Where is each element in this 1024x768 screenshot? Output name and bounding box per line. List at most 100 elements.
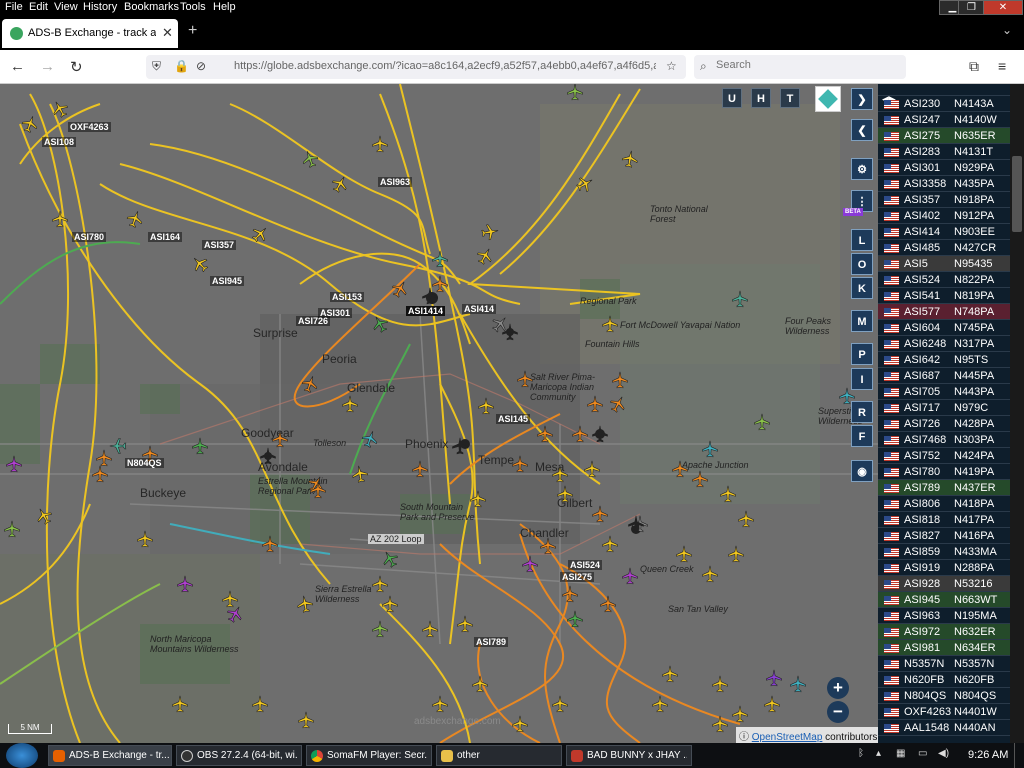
aircraft-icon[interactable] — [731, 705, 749, 723]
map-button-k[interactable]: K — [851, 277, 873, 299]
aircraft-icon[interactable] — [421, 620, 439, 638]
aircraft-icon[interactable] — [571, 425, 589, 443]
aircraft-list-row[interactable]: ASI3358 N435PA — [878, 176, 1010, 192]
aircraft-icon[interactable] — [91, 465, 109, 483]
menu-tools[interactable]: Tools — [180, 1, 206, 13]
aircraft-label[interactable]: ASI726 — [296, 316, 331, 326]
aircraft-list-row[interactable]: ASI283 N4131T — [878, 144, 1010, 160]
aircraft-icon[interactable] — [251, 695, 269, 713]
map-button-i[interactable]: I — [851, 368, 873, 390]
menu-help[interactable]: Help — [213, 1, 236, 13]
aircraft-label[interactable]: ASI780 — [72, 232, 107, 242]
search-box[interactable]: ⌕ — [694, 55, 906, 79]
url-text[interactable]: https://globe.adsbexchange.com/?icao=a8c… — [234, 60, 656, 72]
map-button-l[interactable]: L — [851, 229, 873, 251]
aircraft-icon[interactable] — [456, 615, 474, 633]
aircraft-icon[interactable] — [477, 397, 495, 415]
aircraft-icon[interactable] — [731, 290, 749, 308]
aircraft-list-row[interactable]: ASI230 N4143A — [878, 96, 1010, 112]
aircraft-list-row[interactable]: ASI818 N417PA — [878, 512, 1010, 528]
aircraft-icon[interactable] — [221, 590, 239, 608]
aircraft-icon[interactable] — [431, 695, 449, 713]
aircraft-list-row[interactable]: ASI6248 N317PA — [878, 336, 1010, 352]
aircraft-label[interactable]: ASI945 — [210, 276, 245, 286]
aircraft-list-row[interactable]: ASI789 N437ER — [878, 480, 1010, 496]
aircraft-icon[interactable] — [651, 695, 669, 713]
aircraft-icon[interactable] — [620, 149, 641, 170]
aircraft-label[interactable]: ASI153 — [330, 292, 365, 302]
aircraft-icon[interactable] — [480, 222, 501, 243]
aircraft-icon[interactable] — [627, 515, 645, 533]
aircraft-icon[interactable] — [611, 371, 629, 389]
bluetooth-icon[interactable]: ᛒ — [858, 748, 864, 759]
aircraft-icon[interactable] — [421, 287, 439, 305]
aircraft-icon[interactable] — [3, 520, 21, 538]
aircraft-list-row[interactable]: ASI919 N288PA — [878, 560, 1010, 576]
map-button-t[interactable]: T — [780, 88, 800, 108]
map-button-o[interactable]: O — [851, 253, 873, 275]
aircraft-list-row[interactable]: AAL1548 N440AN — [878, 720, 1010, 736]
aircraft-icon[interactable] — [599, 595, 617, 613]
aircraft-icon[interactable] — [536, 425, 554, 443]
bookmark-star-icon[interactable]: ☆ — [666, 59, 677, 73]
aircraft-label[interactable]: N804QS — [125, 458, 164, 468]
menu-edit[interactable]: Edit — [29, 1, 48, 13]
aircraft-icon[interactable] — [763, 695, 781, 713]
tab-close-icon[interactable]: ✕ — [162, 25, 173, 41]
show-hidden-icons[interactable]: ▴ — [876, 748, 881, 759]
aircraft-icon[interactable] — [511, 455, 529, 473]
map-button-h[interactable]: H — [751, 88, 771, 108]
aircraft-icon[interactable] — [551, 695, 569, 713]
map-button-m[interactable]: M — [851, 310, 873, 332]
aircraft-list-row[interactable]: ASI963 N195MA — [878, 608, 1010, 624]
aircraft-icon[interactable] — [501, 323, 519, 341]
aircraft-icon[interactable] — [191, 437, 209, 455]
aircraft-icon[interactable] — [371, 575, 389, 593]
aircraft-list-row[interactable]: ASI752 N424PA — [878, 448, 1010, 464]
aircraft-icon[interactable] — [5, 455, 23, 473]
aircraft-icon[interactable] — [371, 620, 389, 638]
aircraft-icon[interactable] — [561, 585, 579, 603]
aircraft-list-row[interactable]: ASI981 N634ER — [878, 640, 1010, 656]
aircraft-icon[interactable] — [431, 250, 449, 268]
windows-start-button[interactable] — [6, 743, 38, 768]
aircraft-label[interactable]: OXF4263 — [68, 122, 111, 132]
aircraft-icon[interactable] — [591, 425, 609, 443]
zoom-out-button[interactable]: − — [827, 701, 849, 723]
volume-icon[interactable]: ◀) — [938, 748, 949, 759]
aircraft-icon[interactable] — [601, 315, 619, 333]
hamburger-menu-icon[interactable]: ≡ — [998, 58, 1006, 74]
aircraft-label[interactable]: ASI1414 — [406, 306, 446, 316]
collapse-panel-button[interactable]: ❮ — [851, 119, 873, 141]
aircraft-icon[interactable] — [411, 460, 429, 478]
search-input[interactable] — [716, 59, 896, 71]
network-icon[interactable]: ▭ — [918, 748, 927, 759]
taskbar-item-chrome[interactable]: SomaFM Player: Secr... — [306, 745, 432, 766]
aircraft-list-row[interactable]: ASI726 N428PA — [878, 416, 1010, 432]
aircraft-list-row[interactable]: ASI859 N433MA — [878, 544, 1010, 560]
flight-map[interactable]: Phoenix Tempe Mesa Gilbert Chandler Glen… — [0, 84, 878, 743]
aircraft-icon[interactable] — [551, 465, 569, 483]
taskbar-item-video[interactable]: BAD BUNNY x JHAY ... — [566, 745, 692, 766]
aircraft-icon[interactable] — [727, 545, 745, 563]
aircraft-icon[interactable] — [350, 464, 371, 485]
aircraft-label[interactable]: ASI789 — [474, 637, 509, 647]
permissions-icon[interactable]: ⊘ — [196, 59, 206, 73]
aircraft-list-row[interactable]: N5357N N5357N — [878, 656, 1010, 672]
map-button-u[interactable]: U — [722, 88, 742, 108]
aircraft-list-row[interactable]: ASI7468 N303PA — [878, 432, 1010, 448]
aircraft-icon[interactable] — [521, 555, 539, 573]
aircraft-list-row[interactable]: ASI485 N427CR — [878, 240, 1010, 256]
aircraft-icon[interactable] — [566, 610, 584, 628]
aircraft-list-row[interactable]: ASI604 N745PA — [878, 320, 1010, 336]
aircraft-icon[interactable] — [261, 535, 279, 553]
extensions-icon[interactable]: ⧉ — [969, 58, 979, 75]
aircraft-list-row[interactable]: ASI717 N979C — [878, 400, 1010, 416]
back-arrow-icon[interactable]: ← — [10, 58, 25, 75]
map-button-f[interactable]: F — [851, 425, 873, 447]
aircraft-icon[interactable] — [271, 430, 289, 448]
aircraft-label[interactable]: ASI275 — [560, 572, 595, 582]
aircraft-icon[interactable] — [136, 530, 154, 548]
menu-bookmarks[interactable]: Bookmarks — [124, 1, 179, 13]
aircraft-list-row[interactable]: ASI275 N635ER — [878, 128, 1010, 144]
